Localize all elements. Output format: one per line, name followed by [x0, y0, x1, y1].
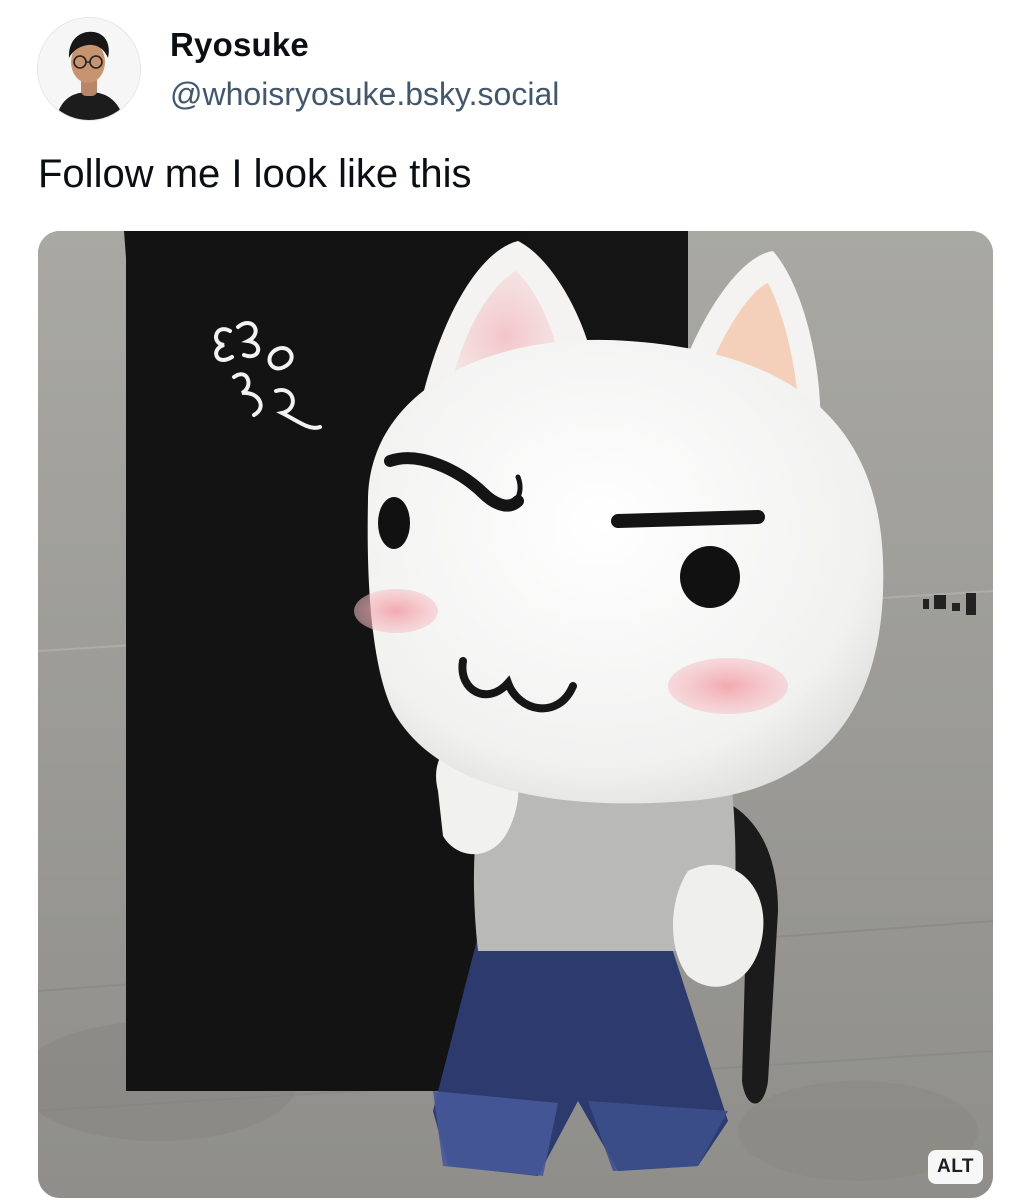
- post-image[interactable]: ALT: [38, 231, 993, 1198]
- person-portrait-icon: [38, 18, 140, 120]
- author-avatar[interactable]: [37, 17, 141, 121]
- post-card: Ryosuke @whoisryosuke.bsky.social Follow…: [0, 0, 1031, 1200]
- alt-text-badge[interactable]: ALT: [927, 1150, 983, 1184]
- author-display-name[interactable]: Ryosuke: [170, 26, 309, 64]
- toro-cat-plush-image: [38, 231, 993, 1198]
- post-text: Follow me I look like this: [38, 152, 472, 196]
- author-handle[interactable]: @whoisryosuke.bsky.social: [170, 76, 559, 113]
